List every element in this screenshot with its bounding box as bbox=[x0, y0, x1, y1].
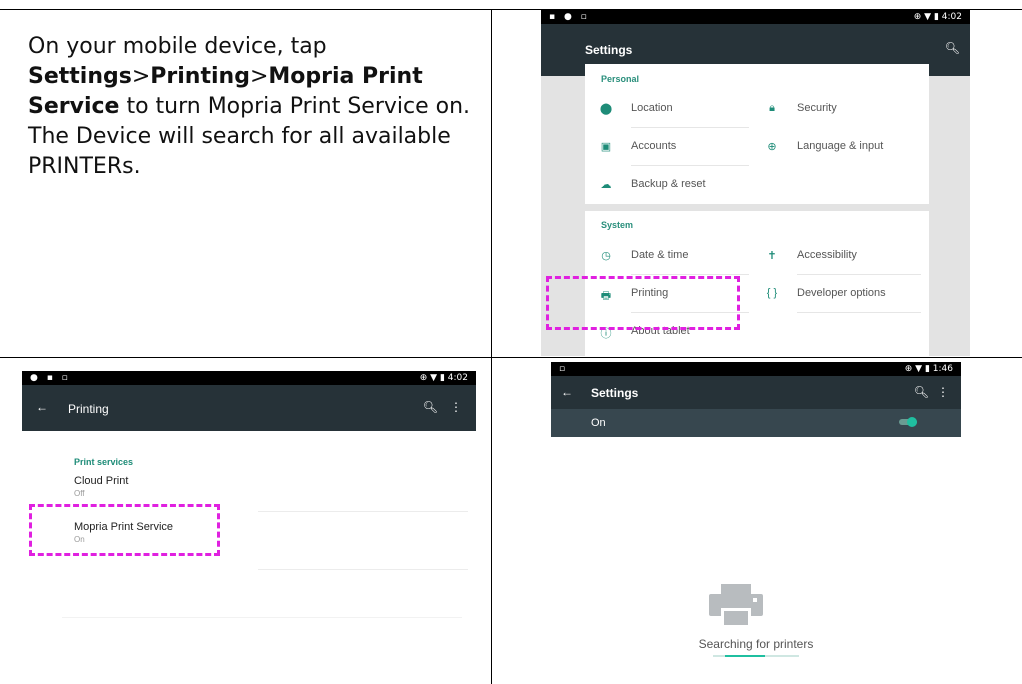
divider bbox=[258, 511, 468, 512]
table-middle-border bbox=[0, 357, 1022, 358]
notification-icons: ▪ ● ▫ bbox=[549, 12, 590, 22]
progress-bar bbox=[713, 655, 799, 657]
instruction-separator: > bbox=[249, 64, 269, 89]
status-time: ⊕ ▼ ▮ 4:02 bbox=[419, 373, 468, 383]
settings-item-language[interactable]: ⊕ Language & input bbox=[751, 128, 929, 166]
instruction-printing: Printing bbox=[150, 64, 250, 89]
instruction-settings: Settings bbox=[28, 64, 132, 89]
searching-text: Searching for printers bbox=[698, 637, 814, 651]
status-bar: ▪ ● ▫ ⊕ ▼ ▮ 4:02 bbox=[541, 10, 970, 24]
search-icon[interactable]: 🔍︎ bbox=[945, 42, 960, 54]
page-title: Settings bbox=[585, 43, 633, 57]
clock-icon: ◷ bbox=[601, 250, 611, 262]
personal-section: Personal ⬤ Location 🔒︎ Security ▣ Accoun… bbox=[585, 64, 929, 204]
search-screenshot: ▫ ⊕ ▼ ▮ 1:46 ← Settings 🔍︎ ⋮ On Searchin… bbox=[551, 362, 961, 684]
notification-icons: ● ▪ ▫ bbox=[30, 373, 71, 383]
search-icon[interactable]: 🔍︎ bbox=[914, 386, 929, 398]
globe-icon: ⊕ bbox=[767, 141, 777, 153]
settings-item-security[interactable]: 🔒︎ Security bbox=[751, 90, 929, 128]
divider bbox=[62, 617, 462, 618]
toggle-bar: On bbox=[551, 409, 961, 437]
highlight-mopria bbox=[29, 504, 220, 556]
page-title: Settings bbox=[591, 386, 639, 400]
cloud-upload-icon: ☁︎ bbox=[600, 179, 612, 191]
back-arrow-icon[interactable]: ← bbox=[561, 386, 573, 398]
service-item-cloud-print[interactable]: Cloud Print Off bbox=[74, 475, 274, 505]
settings-item-accessibility[interactable]: ✝ Accessibility bbox=[751, 237, 929, 275]
section-header: Personal bbox=[601, 74, 640, 84]
settings-item-backup[interactable]: ☁︎ Backup & reset bbox=[585, 166, 757, 204]
instruction-text: On your mobile device, tap Settings>Prin… bbox=[28, 32, 478, 182]
toggle-switch[interactable] bbox=[899, 417, 919, 427]
more-vert-icon[interactable]: ⋮ bbox=[937, 386, 949, 398]
toggle-label: On bbox=[591, 417, 606, 429]
status-bar: ▫ ⊕ ▼ ▮ 1:46 bbox=[551, 362, 961, 376]
progress-indicator bbox=[725, 655, 765, 657]
section-header: System bbox=[601, 220, 634, 230]
highlight-printing bbox=[546, 276, 740, 330]
account-icon: ▣ bbox=[600, 141, 612, 153]
instruction-prefix: On your mobile device, tap bbox=[28, 34, 327, 59]
status-time: ⊕ ▼ ▮ 1:46 bbox=[904, 364, 953, 374]
printer-icon bbox=[709, 584, 763, 628]
status-time: ⊕ ▼ ▮ 4:02 bbox=[913, 12, 962, 22]
back-arrow-icon[interactable]: ← bbox=[36, 401, 48, 413]
settings-item-developer[interactable]: { } Developer options bbox=[751, 275, 929, 313]
more-vert-icon[interactable]: ⋮ bbox=[450, 401, 462, 413]
status-bar: ● ▪ ▫ ⊕ ▼ ▮ 4:02 bbox=[22, 371, 476, 385]
settings-item-accounts[interactable]: ▣ Accounts bbox=[585, 128, 757, 166]
app-bar: ← Printing 🔍︎ ⋮ bbox=[22, 385, 476, 431]
divider bbox=[258, 569, 468, 570]
app-bar: ← Settings 🔍︎ ⋮ bbox=[551, 376, 961, 409]
page-title: Printing bbox=[68, 402, 109, 416]
instruction-separator: > bbox=[131, 64, 151, 89]
section-header: Print services bbox=[74, 457, 134, 467]
accessibility-icon: ✝ bbox=[767, 250, 777, 262]
settings-item-date-time[interactable]: ◷ Date & time bbox=[585, 237, 757, 275]
location-pin-icon: ⬤ bbox=[599, 103, 613, 115]
braces-icon: { } bbox=[766, 287, 778, 299]
table-center-divider bbox=[491, 9, 492, 684]
search-icon[interactable]: 🔍︎ bbox=[423, 401, 438, 413]
notification-icons: ▫ bbox=[559, 364, 569, 374]
settings-item-location[interactable]: ⬤ Location bbox=[585, 90, 757, 128]
lock-icon: 🔒︎ bbox=[769, 102, 775, 114]
